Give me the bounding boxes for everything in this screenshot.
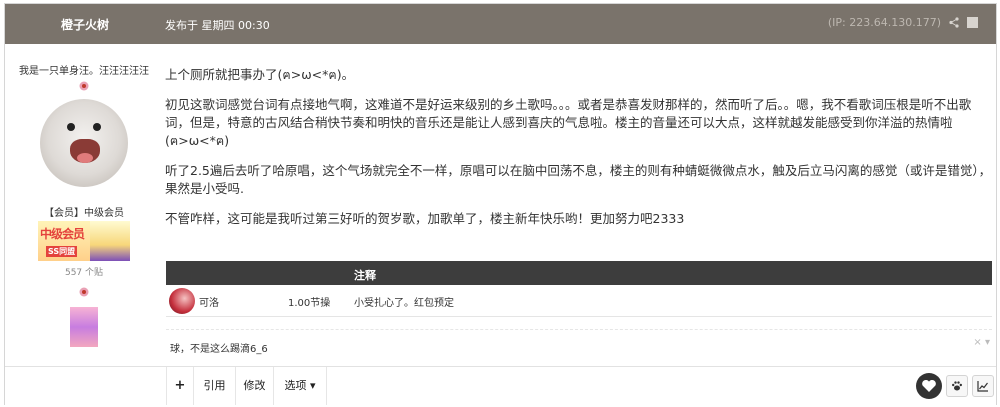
signature-divider [166,329,992,330]
heart-icon [922,379,936,392]
like-button[interactable] [916,373,942,399]
rating-amount: 1.00节操 [288,298,331,309]
options-dropdown[interactable]: 选项 ▾ [273,367,327,405]
rater-avatar[interactable] [169,288,195,314]
add-button[interactable]: + [166,367,193,405]
medal-image [70,307,98,347]
badge-icon [79,81,89,91]
forum-post: 橙子火树 发布于 星期四 00:30 (IP: 223.64.130.177) … [4,3,997,405]
select-checkbox-icon[interactable] [967,17,978,28]
post-paragraph: 听了2.5遍后去听了哈原唱，这个气场就完全不一样，原唱可以在脑中回荡不息，楼主的… [165,163,992,196]
author-name[interactable]: 橙子火树 [61,16,109,33]
post-paragraph: 上个厕所就把事办了(ฅ>ω<*ฅ)。 [165,67,355,82]
edit-button[interactable]: 修改 [235,367,273,405]
rater-name[interactable]: 可洛 [199,294,219,309]
ip-address: (IP: 223.64.130.177) [827,16,941,29]
post-count[interactable]: 557 个贴 [5,265,163,278]
rank-image: 中级会员 SS同盟 [5,221,163,261]
stats-button[interactable] [972,375,994,397]
post-actions: + 引用 修改 选项 ▾ [5,366,996,405]
post-signature: 球，不是这么踢滴6_6 [170,344,268,355]
rating-header-label: 注释 [354,269,376,282]
paw-icon [952,381,962,391]
author-signature: 我是一只单身汪。汪汪汪汪汪 [19,66,149,77]
quote-button[interactable]: 引用 [193,367,235,405]
post-header: 橙子火树 发布于 星期四 00:30 (IP: 223.64.130.177) [5,4,996,44]
rating-note: 小受扎心了。红包预定 [354,298,454,309]
post-body: 上个厕所就把事办了(ฅ>ω<*ฅ)。 初见这歌词感觉台词有点接地气啊，这难道不是… [165,44,995,228]
collapse-toggle[interactable]: × ▾ [973,337,990,348]
rank-image-title: 中级会员 [40,227,85,241]
post-date: 发布于 星期四 00:30 [165,19,270,32]
member-rank: 【会员】中级会员 [44,208,124,219]
rank-image-sub: SS同盟 [46,246,78,257]
post-meta: (IP: 223.64.130.177) [828,16,978,29]
post-paragraph: 初见这歌词感觉台词有点接地气啊，这难道不是好运来级别的乡土歌吗。。。或者是恭喜发… [165,97,972,148]
share-icon[interactable] [949,17,959,28]
rank-character-image [90,221,130,261]
rating-row: 可洛 1.00节操 小受扎心了。红包预定 [166,285,992,317]
badge-icon [79,287,89,297]
author-sidebar: 我是一只单身汪。汪汪汪汪汪 【会员】中级会员 中级会员 SS同盟 557 个贴 [5,44,163,367]
rating-table: 注释 可洛 1.00节操 小受扎心了。红包预定 [166,261,992,317]
rating-header: 注释 [166,261,992,285]
author-avatar[interactable] [40,99,128,187]
post-paragraph: 不管咋样，这可能是我听过第三好听的贺岁歌，加歌单了，楼主新年快乐哟！更加努力吧2… [165,211,685,226]
line-chart-icon [977,381,988,392]
paw-button[interactable] [946,375,968,397]
